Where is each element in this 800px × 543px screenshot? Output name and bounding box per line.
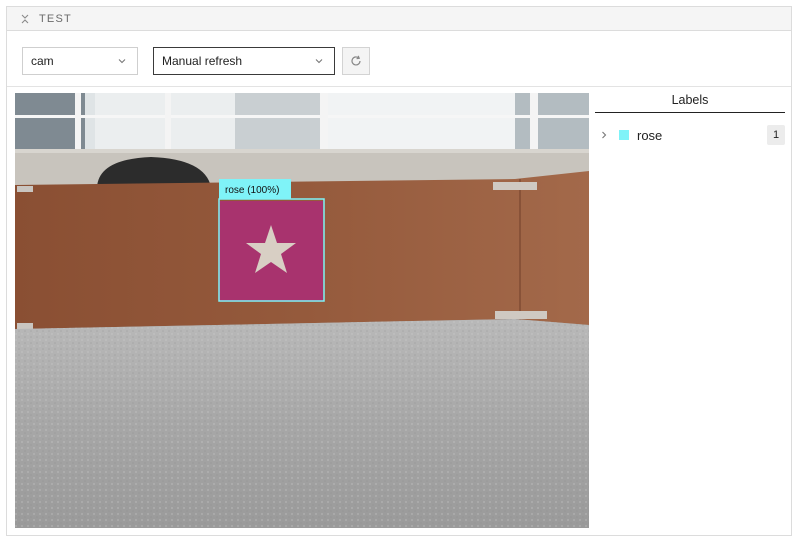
camera-frame: rose (100%) (15, 93, 589, 528)
label-name: rose (637, 127, 663, 143)
refresh-button[interactable] (342, 47, 370, 75)
camera-select[interactable]: cam (22, 47, 138, 75)
panel-header[interactable]: TEST (7, 7, 791, 31)
refresh-select-value: Manual refresh (162, 54, 243, 68)
toolbar: cam Manual refresh (7, 31, 791, 87)
label-count-badge: 1 (767, 125, 785, 145)
collapse-icon[interactable] (19, 13, 31, 25)
chevron-right-icon[interactable] (599, 130, 609, 140)
test-panel: TEST cam Manual refresh rose (100%) Labe… (6, 6, 792, 536)
panel-title: TEST (39, 12, 72, 25)
camera-select-value: cam (31, 54, 54, 68)
label-item-rose[interactable]: rose 1 (595, 124, 785, 146)
chevron-down-icon (315, 59, 323, 64)
labels-title: Labels (595, 93, 785, 113)
chevron-down-icon (118, 59, 126, 64)
refresh-icon (351, 55, 361, 66)
camera-view: rose (100%) (15, 93, 589, 528)
detection-label: rose (100%) (225, 185, 279, 196)
labels-panel: Labels rose 1 (595, 93, 785, 146)
label-color-swatch (619, 130, 629, 140)
refresh-select[interactable]: Manual refresh (153, 47, 335, 75)
